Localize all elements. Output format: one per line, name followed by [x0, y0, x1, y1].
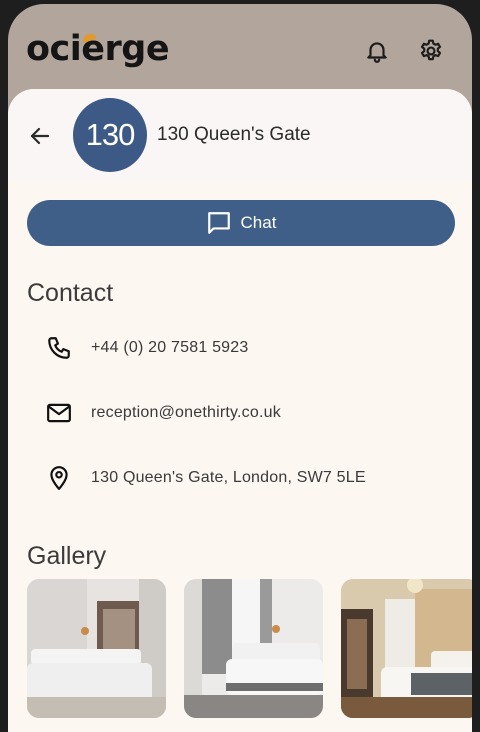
contact-address: 130 Queen's Gate, London, SW7 5LE [91, 469, 366, 486]
location-pin-icon [44, 463, 74, 493]
chat-button-label: Chat [240, 213, 277, 232]
contact-phone-row[interactable]: +44 (0) 20 7581 5923 [44, 333, 248, 363]
top-bar: ocierge [8, 4, 472, 94]
contact-email: reception@onethirty.co.uk [91, 404, 281, 421]
venue-detail-sheet: 130 130 Queen's Gate Chat Contact +44 (0… [8, 89, 472, 732]
gallery-image[interactable] [184, 579, 323, 718]
gallery-strip [27, 579, 472, 719]
gallery-image[interactable] [341, 579, 472, 718]
contact-section-title: Contact [27, 279, 114, 307]
venue-title: 130 Queen's Gate [157, 124, 311, 145]
ocierge-logo: ocierge [26, 29, 170, 69]
mail-icon [44, 398, 74, 428]
app-frame: ocierge 130 130 Queen's Gate Chat Contac… [8, 4, 472, 732]
contact-phone: +44 (0) 20 7581 5923 [91, 339, 249, 356]
contact-address-row[interactable]: 130 Queen's Gate, London, SW7 5LE [44, 463, 366, 493]
gear-icon[interactable] [418, 38, 444, 64]
venue-header: 130 130 Queen's Gate [8, 89, 472, 181]
arrow-left-icon[interactable] [28, 124, 52, 148]
phone-icon [44, 333, 74, 363]
contact-email-row[interactable]: reception@onethirty.co.uk [44, 398, 281, 428]
bell-icon[interactable] [364, 38, 390, 64]
chat-button[interactable]: Chat [27, 200, 455, 246]
gallery-image[interactable] [27, 579, 166, 718]
venue-avatar: 130 [73, 98, 147, 172]
chat-bubble-icon [207, 212, 230, 234]
gallery-section-title: Gallery [27, 542, 107, 570]
